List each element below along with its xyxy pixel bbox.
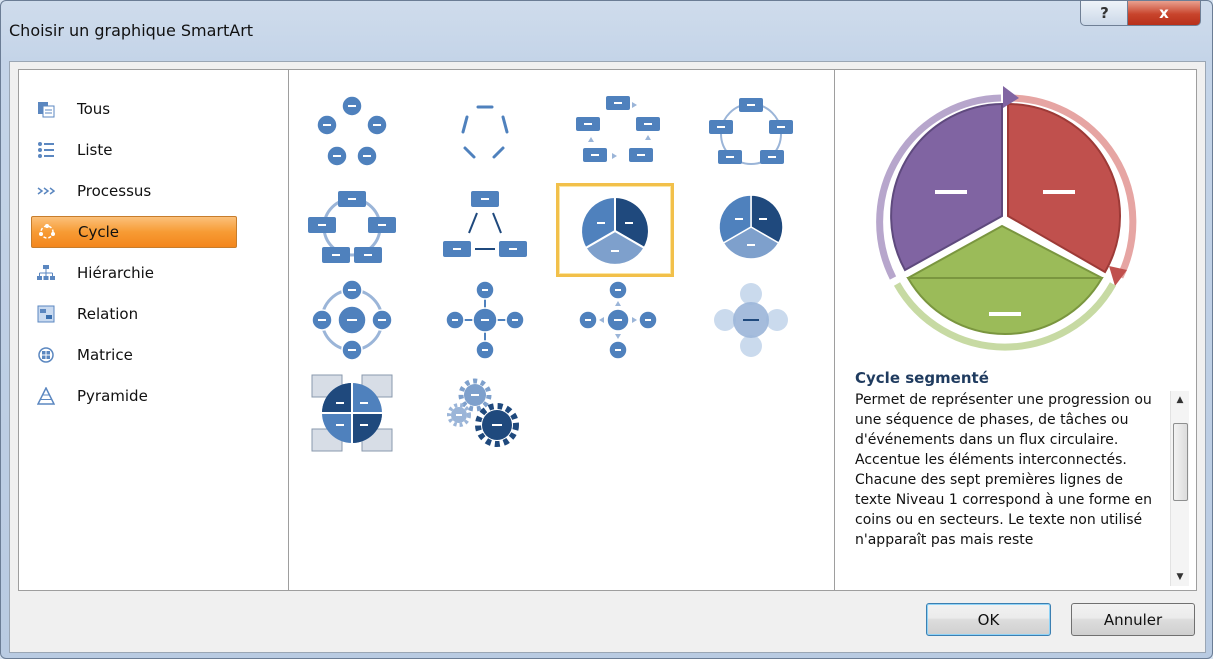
category-label: Processus [77, 182, 152, 200]
help-button[interactable]: ? [1080, 1, 1129, 26]
gallery-item-diverging-radial[interactable] [574, 276, 662, 364]
cycle-icon [38, 223, 56, 241]
all-grid-icon [37, 100, 55, 118]
preview-panel: Cycle segmenté Permet de représenter une… [834, 69, 1197, 591]
scroll-up-arrow-icon[interactable]: ▲ [1171, 391, 1189, 409]
matrix-icon [37, 346, 55, 364]
category-item-pyramide[interactable]: Pyramide [31, 380, 237, 412]
category-item-cycle[interactable]: Cycle [31, 216, 237, 248]
category-item-liste[interactable]: Liste [31, 134, 237, 166]
segmented-cycle-preview [876, 86, 1137, 351]
layout-gallery [288, 69, 835, 591]
preview-title: Cycle segmenté [855, 369, 989, 387]
gallery-item-segmented-cycle[interactable] [556, 183, 674, 277]
smartart-dialog: Choisir un graphique SmartArt ? x Tous L… [0, 0, 1213, 659]
scroll-down-arrow-icon[interactable]: ▼ [1171, 568, 1189, 586]
list-icon [37, 141, 55, 159]
gallery-item-radial-venn[interactable] [707, 276, 795, 364]
gallery-item-radial-cycle[interactable] [308, 276, 396, 364]
description-scrollbar[interactable]: ▲ ▼ [1170, 391, 1189, 586]
gallery-item-nondirectional-cycle[interactable] [707, 90, 795, 178]
pyramid-icon [37, 387, 55, 405]
category-item-processus[interactable]: Processus [31, 175, 237, 207]
dialog-body: Tous Liste Processus Cycle Hiérarchie Re… [9, 61, 1206, 653]
gallery-item-basic-cycle[interactable] [308, 90, 396, 178]
category-label: Liste [77, 141, 113, 159]
category-item-tous[interactable]: Tous [31, 93, 237, 125]
gallery-item-continuous-cycle[interactable] [308, 183, 396, 271]
hierarchy-icon [37, 264, 55, 282]
category-item-matrice[interactable]: Matrice [31, 339, 237, 371]
close-button[interactable]: x [1127, 1, 1201, 26]
category-label: Hiérarchie [77, 264, 155, 282]
dialog-title: Choisir un graphique SmartArt [9, 21, 254, 40]
gallery-item-multidirectional-cycle[interactable] [441, 183, 529, 271]
ok-button[interactable]: OK [926, 603, 1051, 636]
relation-icon [37, 305, 55, 323]
category-item-hierarchie[interactable]: Hiérarchie [31, 257, 237, 289]
gallery-item-basic-pie[interactable] [707, 183, 795, 271]
category-label: Relation [77, 305, 139, 323]
gallery-item-gear[interactable] [441, 369, 529, 457]
title-bar[interactable]: Choisir un graphique SmartArt ? x [1, 1, 1212, 61]
category-label: Tous [77, 100, 111, 118]
gallery-item-basic-radial[interactable] [441, 276, 529, 364]
preview-description: Permet de représenter une progression ou… [855, 392, 1153, 548]
category-label: Matrice [77, 346, 133, 364]
gallery-item-cycle-matrix[interactable] [308, 369, 396, 457]
scrollbar-thumb[interactable] [1173, 423, 1188, 501]
gallery-item-block-cycle[interactable] [574, 90, 662, 178]
process-arrows-icon [37, 182, 55, 200]
cancel-button[interactable]: Annuler [1071, 603, 1195, 636]
category-label: Cycle [78, 223, 119, 241]
category-list: Tous Liste Processus Cycle Hiérarchie Re… [18, 69, 289, 591]
category-item-relation[interactable]: Relation [31, 298, 237, 330]
category-label: Pyramide [77, 387, 148, 405]
gallery-item-text-cycle[interactable] [441, 90, 529, 178]
